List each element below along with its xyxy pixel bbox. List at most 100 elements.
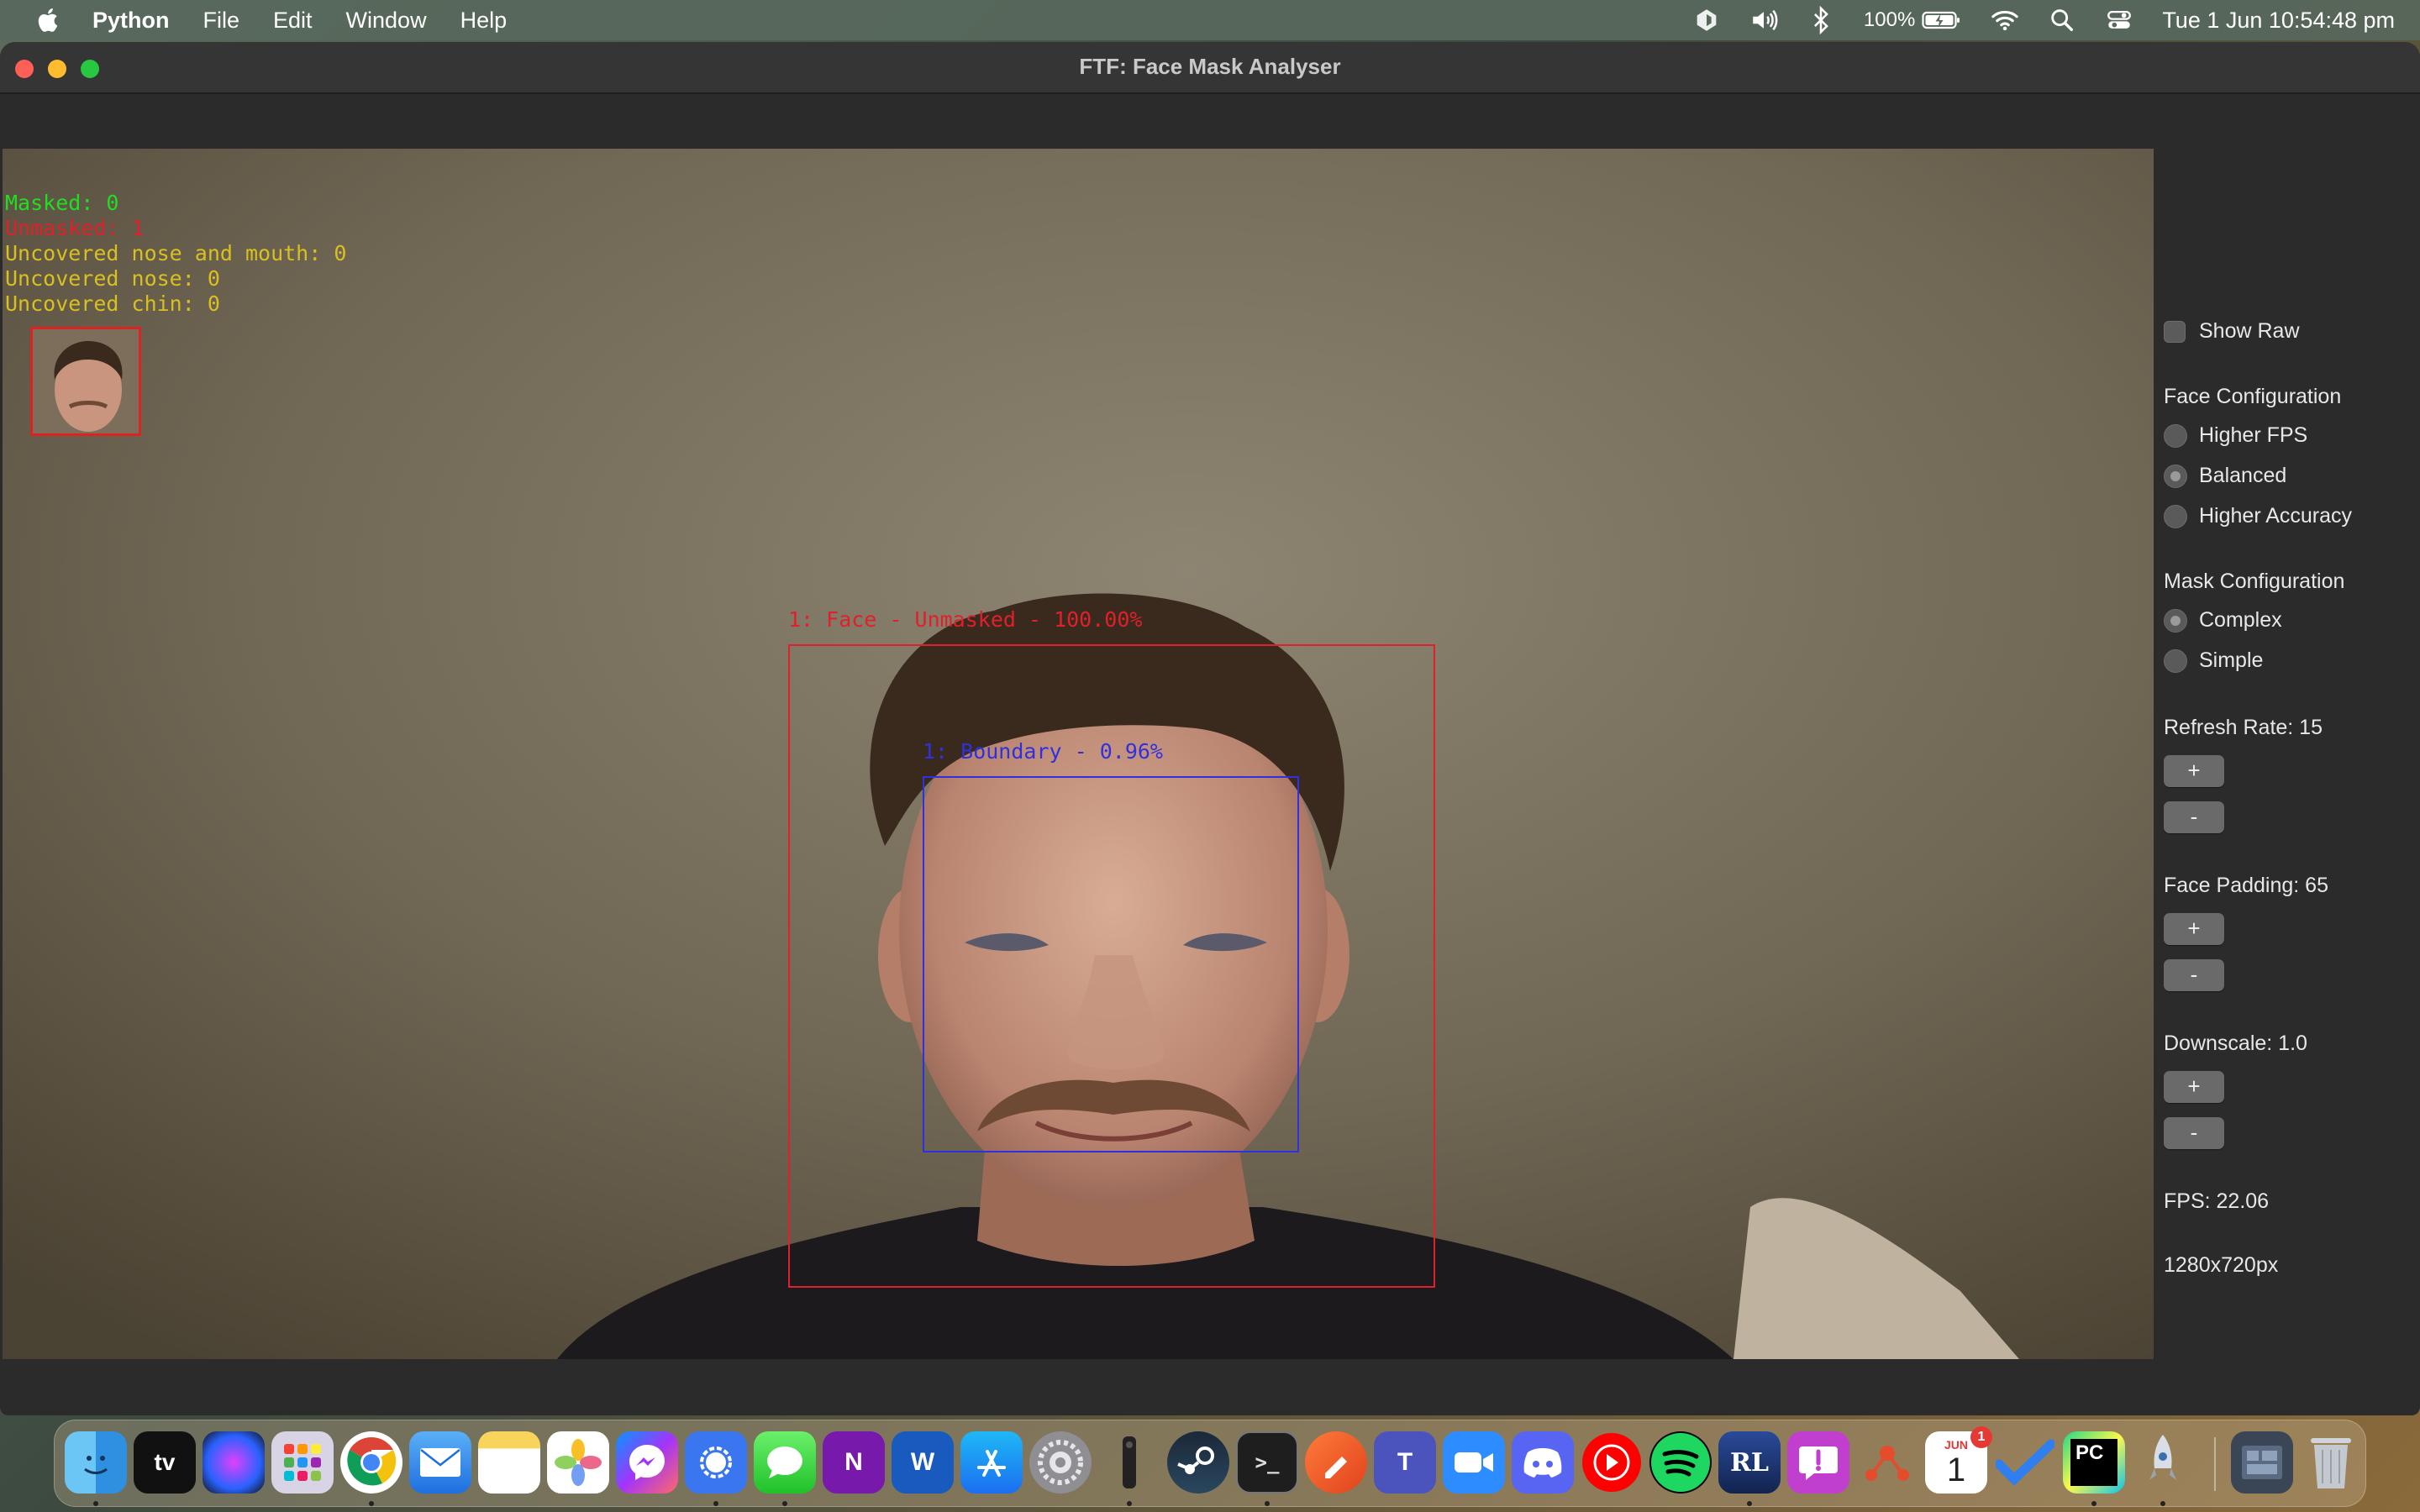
messenger-icon[interactable]: [616, 1431, 678, 1494]
masked-count: Masked: 0: [5, 191, 119, 215]
radio-label: Complex: [2199, 608, 2282, 632]
photos-icon[interactable]: [547, 1431, 609, 1494]
app-window: FTF: Face Mask Analyser Masked: 0 Unmask…: [0, 42, 2420, 1415]
chrome-icon[interactable]: [340, 1431, 402, 1494]
rocket-league-label: RL: [1729, 1447, 1770, 1478]
face-thumbnail: [30, 327, 141, 436]
radio-higher-accuracy[interactable]: Higher Accuracy: [2164, 504, 2352, 528]
mail-icon[interactable]: [409, 1431, 471, 1494]
radio-label: Balanced: [2199, 464, 2287, 487]
radio-button-selected[interactable]: [2164, 464, 2187, 488]
notes-icon[interactable]: [478, 1431, 540, 1494]
onenote-icon[interactable]: N: [823, 1431, 885, 1494]
mask-config-heading: Mask Configuration: [2164, 570, 2345, 593]
window-title: FTF: Face Mask Analyser: [1079, 54, 1341, 79]
radio-button[interactable]: [2164, 504, 2187, 528]
calendar-icon[interactable]: JUN 1 1: [1925, 1426, 1992, 1494]
refresh-rate-increase-button[interactable]: +: [2164, 755, 2224, 787]
unmasked-count: Unmasked: 1: [5, 216, 145, 240]
todo-icon[interactable]: [1994, 1431, 2056, 1494]
postman-icon[interactable]: [1305, 1431, 1367, 1494]
finder-icon[interactable]: [65, 1431, 127, 1494]
pycharm-icon[interactable]: PC: [2063, 1431, 2125, 1494]
menu-file[interactable]: File: [203, 8, 240, 34]
radio-button[interactable]: [2164, 648, 2187, 673]
radio-balanced[interactable]: Balanced: [2164, 464, 2286, 488]
system-preferences-icon[interactable]: [1029, 1431, 1092, 1494]
checkbox-box[interactable]: [2164, 320, 2186, 343]
trash-icon[interactable]: [2300, 1431, 2362, 1494]
spotify-icon[interactable]: [1649, 1431, 1712, 1494]
show-raw-label: Show Raw: [2199, 319, 2300, 343]
radio-label: Higher Accuracy: [2199, 504, 2353, 528]
git-client-icon[interactable]: [1856, 1431, 1918, 1494]
steam-icon[interactable]: [1167, 1431, 1229, 1494]
bluetooth-icon[interactable]: [1807, 6, 1835, 34]
radio-complex[interactable]: Complex: [2164, 608, 2282, 633]
youtube-music-icon[interactable]: [1581, 1431, 1643, 1494]
radio-label: Simple: [2199, 648, 2264, 672]
volume-icon[interactable]: [1749, 6, 1778, 34]
radio-button[interactable]: [2164, 423, 2187, 448]
wifi-icon[interactable]: [1991, 6, 2019, 34]
remote-icon[interactable]: [1098, 1431, 1160, 1494]
face-config-heading: Face Configuration: [2164, 385, 2342, 408]
camera-feed: Masked: 0 Unmasked: 1 Uncovered nose and…: [3, 149, 2154, 1359]
signal-icon[interactable]: [685, 1431, 747, 1494]
resolution-readout: 1280x720px: [2164, 1253, 2279, 1277]
title-bar[interactable]: FTF: Face Mask Analyser: [0, 42, 2420, 94]
onenote-label: N: [844, 1448, 863, 1476]
radio-button-selected[interactable]: [2164, 608, 2187, 633]
face-detection-label: 1: Face - Unmasked - 100.00%: [788, 607, 1143, 632]
battery-icon[interactable]: [1922, 6, 1962, 34]
discord-icon[interactable]: [1512, 1431, 1574, 1494]
messages-icon[interactable]: [754, 1431, 816, 1494]
battery-percentage: 100%: [1863, 8, 1916, 31]
terminal-icon[interactable]: >_: [1236, 1431, 1298, 1494]
radio-higher-fps[interactable]: Higher FPS: [2164, 423, 2307, 448]
python-launcher-icon[interactable]: [2132, 1431, 2194, 1494]
menu-app-name[interactable]: Python: [92, 8, 170, 34]
show-raw-checkbox[interactable]: Show Raw: [2164, 319, 2300, 344]
menu-help[interactable]: Help: [460, 8, 508, 34]
boundary-detection-box: [923, 776, 1299, 1152]
zoom-icon[interactable]: [1443, 1431, 1505, 1494]
settings-panel: Show Raw Face Configuration Higher FPS B…: [2154, 94, 2420, 1362]
dock: tv N W >_ T RL JUN 1 1 PC: [54, 1420, 2366, 1507]
app-store-icon[interactable]: [960, 1431, 1023, 1494]
uncovered-nose-count: Uncovered nose: 0: [5, 266, 220, 291]
teams-label: T: [1397, 1448, 1413, 1476]
face-padding-increase-button[interactable]: +: [2164, 913, 2224, 945]
word-icon[interactable]: W: [892, 1431, 954, 1494]
shortcuts-icon[interactable]: [1692, 6, 1721, 34]
pycharm-label: PC: [2075, 1441, 2104, 1464]
face-padding-label: Face Padding: 65: [2164, 874, 2328, 897]
spotlight-search-icon[interactable]: [2048, 6, 2076, 34]
calendar-month: JUN: [1944, 1438, 1968, 1452]
apple-tv-label: tv: [154, 1449, 176, 1475]
menu-window[interactable]: Window: [346, 8, 427, 34]
menu-edit[interactable]: Edit: [273, 8, 313, 34]
refresh-rate-decrease-button[interactable]: -: [2164, 801, 2224, 833]
control-center-icon[interactable]: [2105, 6, 2133, 34]
uncovered-nose-mouth-count: Uncovered nose and mouth: 0: [5, 241, 347, 265]
siri-icon[interactable]: [203, 1431, 265, 1494]
downscale-label: Downscale: 1.0: [2164, 1032, 2307, 1055]
radio-label: Higher FPS: [2199, 423, 2308, 447]
uncovered-chin-count: Uncovered chin: 0: [5, 291, 220, 316]
downloads-stack-icon[interactable]: [2231, 1431, 2293, 1494]
refresh-rate-label: Refresh Rate: 15: [2164, 716, 2323, 739]
launchpad-icon[interactable]: [271, 1431, 334, 1494]
feedback-icon[interactable]: [1787, 1431, 1849, 1494]
face-padding-decrease-button[interactable]: -: [2164, 959, 2224, 991]
downscale-increase-button[interactable]: +: [2164, 1071, 2224, 1103]
downscale-decrease-button[interactable]: -: [2164, 1117, 2224, 1149]
teams-icon[interactable]: T: [1374, 1431, 1436, 1494]
menu-clock[interactable]: Tue 1 Jun 10:54:48 pm: [2162, 8, 2395, 34]
fps-readout: FPS: 22.06: [2164, 1189, 2270, 1213]
radio-simple[interactable]: Simple: [2164, 648, 2263, 673]
apple-tv-icon[interactable]: tv: [134, 1431, 196, 1494]
boundary-detection-label: 1: Boundary - 0.96%: [923, 739, 1163, 764]
apple-icon[interactable]: [34, 5, 64, 35]
rocket-league-icon[interactable]: RL: [1718, 1431, 1781, 1494]
